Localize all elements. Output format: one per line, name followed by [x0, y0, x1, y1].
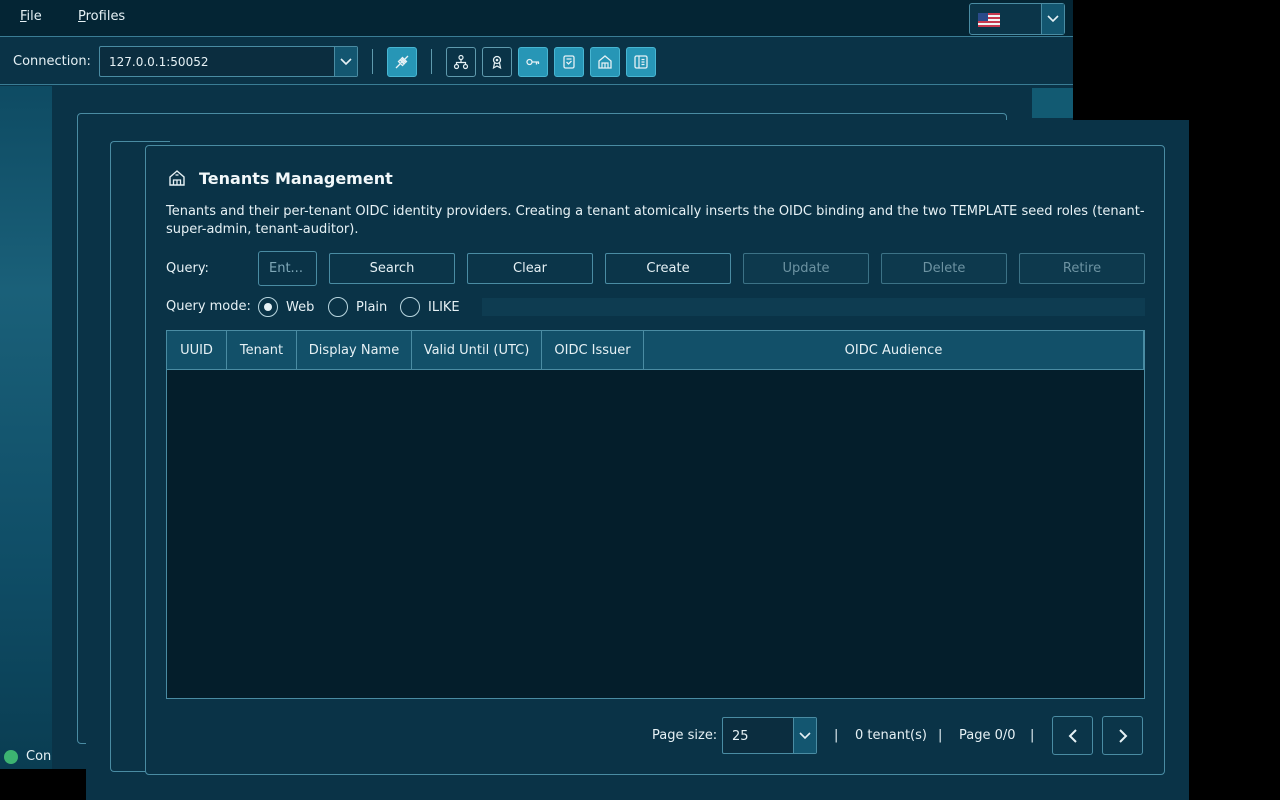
column-oidc-audience[interactable]: OIDC Audience: [644, 331, 1144, 369]
dialog-description: Tenants and their per-tenant OIDC identi…: [166, 204, 1145, 237]
tenants-button[interactable]: [590, 47, 620, 77]
tenants-icon: [169, 170, 185, 186]
menu-file[interactable]: File: [20, 9, 42, 24]
badge-button[interactable]: [482, 47, 512, 77]
check-circle-icon: [4, 750, 18, 764]
column-uuid[interactable]: UUID: [167, 331, 227, 369]
audit-log-button[interactable]: [626, 47, 656, 77]
column-valid-until[interactable]: Valid Until (UTC): [412, 331, 542, 369]
menu-profiles[interactable]: Profiles: [78, 9, 125, 24]
menu-file-label: ile: [26, 9, 42, 24]
pager: Page size: 25 | 0 tenant(s) | Page 0/0 |: [146, 716, 1164, 756]
query-label: Query:: [166, 261, 209, 276]
radio-icon: [328, 297, 348, 317]
toolbar-separator: [431, 49, 432, 74]
badge-icon: [492, 55, 502, 70]
menu-profiles-mnemonic: P: [78, 9, 86, 24]
chevron-down-icon[interactable]: [793, 718, 816, 753]
query-mode-web[interactable]: Web: [258, 297, 314, 317]
page-size-value: 25: [732, 729, 749, 744]
disconnect-icon: [395, 55, 409, 69]
query-mode-group: Query mode: Web Plain ILIKE: [166, 297, 1145, 317]
menu-profiles-label: rofiles: [85, 9, 126, 24]
retire-button[interactable]: Retire: [1019, 253, 1145, 284]
previous-page-button[interactable]: [1052, 716, 1093, 755]
org-tree-icon: [453, 54, 469, 70]
page-size-label: Page size:: [652, 728, 718, 743]
query-mode-web-label: Web: [286, 299, 315, 315]
page-indicator: Page 0/0: [959, 728, 1016, 743]
key-button[interactable]: [518, 47, 548, 77]
policy-icon: [563, 55, 575, 69]
dialog-title: Tenants Management: [199, 169, 393, 188]
column-tenant[interactable]: Tenant: [227, 331, 297, 369]
next-page-button[interactable]: [1102, 716, 1143, 755]
create-button[interactable]: Create: [605, 253, 731, 284]
toolbar-separator: [372, 49, 373, 74]
language-select[interactable]: [969, 3, 1065, 35]
pager-separator: |: [938, 728, 943, 743]
connection-value: 127.0.0.1:50052: [109, 55, 209, 69]
tenants-dialog: Tenants Management Tenants and their per…: [145, 145, 1165, 775]
query-mode-label: Query mode:: [166, 299, 251, 314]
column-display-name[interactable]: Display Name: [297, 331, 412, 369]
chevron-right-icon: [1118, 728, 1127, 743]
table-header: UUID Tenant Display Name Valid Until (UT…: [167, 331, 1144, 370]
chevron-left-icon: [1068, 728, 1077, 743]
tenants-table[interactable]: UUID Tenant Display Name Valid Until (UT…: [166, 330, 1145, 699]
us-flag-icon: [978, 13, 1000, 27]
status-bar: Connected: [0, 746, 60, 768]
delete-button[interactable]: Delete: [881, 253, 1007, 284]
page-size-select[interactable]: 25: [722, 717, 817, 754]
query-mode-plain[interactable]: Plain: [328, 297, 387, 317]
key-icon: [526, 58, 540, 66]
tenants-icon: [598, 55, 612, 69]
org-tree-button[interactable]: [446, 47, 476, 77]
update-button[interactable]: Update: [743, 253, 869, 284]
query-mode-ilike[interactable]: ILIKE: [400, 297, 460, 317]
radio-icon: [400, 297, 420, 317]
column-oidc-issuer[interactable]: OIDC Issuer: [542, 331, 644, 369]
menubar: File Profiles: [0, 0, 1073, 37]
workspace-accent: [1032, 88, 1073, 118]
connection-select[interactable]: 127.0.0.1:50052: [99, 46, 358, 77]
query-mode-ilike-label: ILIKE: [428, 299, 460, 315]
toolbar: Connection: 127.0.0.1:50052: [0, 38, 1073, 85]
status-text: Connected: [26, 749, 52, 764]
chevron-down-icon[interactable]: [334, 47, 357, 76]
tenant-count: 0 tenant(s): [855, 728, 927, 743]
radio-selected-icon: [258, 297, 278, 317]
query-input[interactable]: [258, 251, 317, 286]
clear-button[interactable]: Clear: [467, 253, 593, 284]
query-mode-plain-label: Plain: [356, 299, 388, 315]
audit-log-icon: [634, 55, 648, 69]
side-panel: [0, 86, 52, 769]
pager-separator: |: [1030, 728, 1035, 743]
pager-separator: |: [834, 728, 839, 743]
query-mode-strip: [482, 298, 1145, 316]
search-button[interactable]: Search: [329, 253, 455, 284]
connection-label: Connection:: [13, 54, 91, 69]
disconnect-button[interactable]: [387, 47, 417, 77]
chevron-down-icon[interactable]: [1041, 4, 1064, 34]
policy-button[interactable]: [554, 47, 584, 77]
